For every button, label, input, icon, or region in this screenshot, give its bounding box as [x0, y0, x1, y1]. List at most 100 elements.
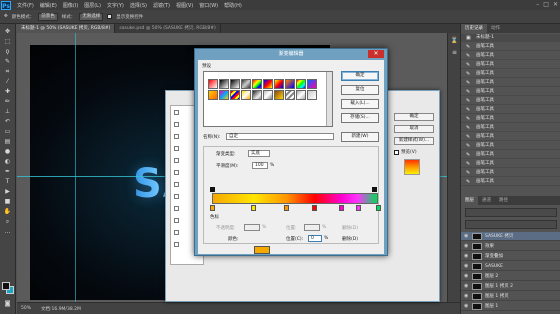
eye-icon[interactable]: ◉: [464, 304, 470, 309]
tab-document-2[interactable]: sasuke.psd @ 50% (SASUKE 拷贝, RGB/8#): [115, 24, 221, 33]
quick-select-tool-icon[interactable]: ✎: [3, 58, 12, 66]
color-stop[interactable]: [251, 205, 256, 211]
gradient-preset-swatch[interactable]: [230, 90, 240, 100]
gradient-preset-swatch[interactable]: [252, 90, 262, 100]
move-tool-icon[interactable]: ✥: [3, 28, 12, 36]
gradient-preset-swatch[interactable]: [230, 79, 240, 89]
layer-row[interactable]: ◉ 图层 1: [461, 302, 560, 311]
tab-channels[interactable]: 通道: [478, 196, 495, 205]
gradient-tool-icon[interactable]: ▤: [3, 138, 12, 146]
history-item[interactable]: ✎ 画笔工具: [461, 169, 560, 177]
hand-tool-icon[interactable]: ✋: [3, 208, 12, 216]
layer-style-checkbox[interactable]: [174, 134, 179, 139]
gradient-preset-swatch[interactable]: [208, 90, 218, 100]
layer-row[interactable]: ◉ 图层 2: [461, 272, 560, 281]
menu-window[interactable]: 窗口(W): [199, 2, 218, 9]
eyedropper-tool-icon[interactable]: ⁄: [3, 78, 12, 86]
layer-row[interactable]: ◉ 渐变叠加: [461, 252, 560, 261]
layer-style-checkbox[interactable]: [174, 194, 179, 199]
color-stop[interactable]: [355, 205, 361, 211]
history-item[interactable]: ✎ 画笔工具: [461, 124, 560, 132]
history-panel-icon[interactable]: ⌛: [450, 37, 459, 45]
gradient-preset-swatch[interactable]: [307, 79, 317, 89]
more-tools-icon[interactable]: …: [3, 228, 12, 236]
quick-mask-icon[interactable]: ◙: [3, 300, 12, 308]
new-style-button[interactable]: 新建样式(W)...: [394, 137, 434, 145]
layer-style-checkbox[interactable]: [174, 170, 179, 175]
crop-tool-icon[interactable]: ⌗: [3, 68, 12, 76]
gradient-preview-bar[interactable]: [212, 193, 378, 204]
layer-row[interactable]: ◉ 图层 1 拷贝: [461, 292, 560, 301]
layer-row[interactable]: ◉ SASUKE: [461, 262, 560, 271]
eye-icon[interactable]: ◉: [464, 264, 470, 269]
minimize-button[interactable]: –: [536, 1, 539, 8]
layer-row[interactable]: ◉ 效果: [461, 242, 560, 251]
layer-style-checkbox[interactable]: [174, 110, 179, 115]
gradient-preset-swatch[interactable]: [285, 79, 295, 89]
history-item[interactable]: ✎ 画笔工具: [461, 61, 560, 69]
gradient-preset-swatch[interactable]: [274, 79, 284, 89]
path-select-tool-icon[interactable]: ▶: [3, 188, 12, 196]
layer-filter-bar[interactable]: [465, 208, 557, 217]
smoothness-field[interactable]: 100: [252, 162, 268, 169]
history-brush-tool-icon[interactable]: ↶: [3, 118, 12, 126]
layer-style-cancel-button[interactable]: 取消: [394, 125, 434, 133]
preview-checkbox[interactable]: [394, 149, 399, 155]
menu-image[interactable]: 图像(I): [63, 2, 78, 9]
menu-filter[interactable]: 滤镜(T): [153, 2, 170, 9]
properties-panel-icon[interactable]: ≡: [450, 49, 459, 57]
gradient-type-select[interactable]: 实底: [248, 150, 270, 157]
history-snapshot[interactable]: ▣ 未标题-1: [461, 34, 560, 42]
close-dialog-button[interactable]: ✕: [368, 50, 384, 58]
gradient-preset-swatch[interactable]: [241, 79, 251, 89]
tab-paths[interactable]: 路径: [495, 196, 512, 205]
shape-tool-icon[interactable]: ■: [3, 198, 12, 206]
layer-style-checkbox[interactable]: [174, 218, 179, 223]
eye-icon[interactable]: ◉: [464, 244, 470, 249]
history-item[interactable]: ✎ 画笔工具: [461, 88, 560, 96]
gradient-preset-swatch[interactable]: [241, 90, 251, 100]
color-location-field[interactable]: 0: [308, 235, 322, 242]
opacity-stop[interactable]: [372, 187, 377, 192]
style-select[interactable]: 无限选择: [79, 12, 104, 21]
layer-row[interactable]: ◉ SASUKE 拷贝: [461, 232, 560, 241]
eye-icon[interactable]: ◉: [464, 254, 470, 259]
layer-style-checkbox[interactable]: [174, 242, 179, 247]
gradient-preset-swatch[interactable]: [307, 90, 317, 100]
color-stop[interactable]: [375, 205, 381, 211]
tab-document-1[interactable]: 未标题-1 @ 50% (SASUKE 拷贝, RGB/8#): [17, 24, 116, 33]
gradient-preset-swatch[interactable]: [252, 79, 262, 89]
save-button[interactable]: 存储(S)...: [341, 113, 379, 123]
eye-icon[interactable]: ◉: [464, 234, 470, 239]
layer-style-checkbox[interactable]: [174, 182, 179, 187]
history-item[interactable]: ✎ 画笔工具: [461, 115, 560, 123]
history-item[interactable]: ✎ 画笔工具: [461, 52, 560, 60]
layer-blend-bar[interactable]: [465, 220, 557, 229]
menu-select[interactable]: 选择(S): [130, 2, 147, 9]
eye-icon[interactable]: ◉: [464, 274, 470, 279]
layer-style-checkbox[interactable]: [174, 158, 179, 163]
history-item[interactable]: ✎ 画笔工具: [461, 43, 560, 51]
menu-type[interactable]: 文字(Y): [107, 2, 124, 9]
opacity-stop[interactable]: [210, 187, 215, 192]
zoom-level[interactable]: 50%: [21, 306, 31, 311]
dodge-tool-icon[interactable]: ◐: [3, 158, 12, 166]
gradient-preset-swatch[interactable]: [296, 79, 306, 89]
maximize-button[interactable]: □: [543, 1, 549, 8]
history-item[interactable]: ✎ 画笔工具: [461, 178, 560, 186]
history-item[interactable]: ✎ 画笔工具: [461, 160, 560, 168]
reset-button[interactable]: 复位: [341, 85, 379, 95]
vertical-guide[interactable]: [75, 33, 76, 302]
eraser-tool-icon[interactable]: ▭: [3, 128, 12, 136]
close-window-button[interactable]: ✕: [553, 1, 558, 8]
color-stop[interactable]: [338, 205, 344, 211]
layer-style-ok-button[interactable]: 确定: [394, 113, 434, 121]
tab-history[interactable]: 历史记录: [461, 24, 487, 33]
layer-style-checkbox[interactable]: [174, 206, 179, 211]
show-transform-checkbox[interactable]: [107, 14, 113, 19]
mode-select[interactable]: 前景色: [38, 12, 58, 21]
gradient-preset-swatch[interactable]: [219, 79, 229, 89]
marquee-tool-icon[interactable]: ⬚: [3, 38, 12, 46]
history-item[interactable]: ✎ 画笔工具: [461, 97, 560, 105]
pen-tool-icon[interactable]: ✒: [3, 168, 12, 176]
